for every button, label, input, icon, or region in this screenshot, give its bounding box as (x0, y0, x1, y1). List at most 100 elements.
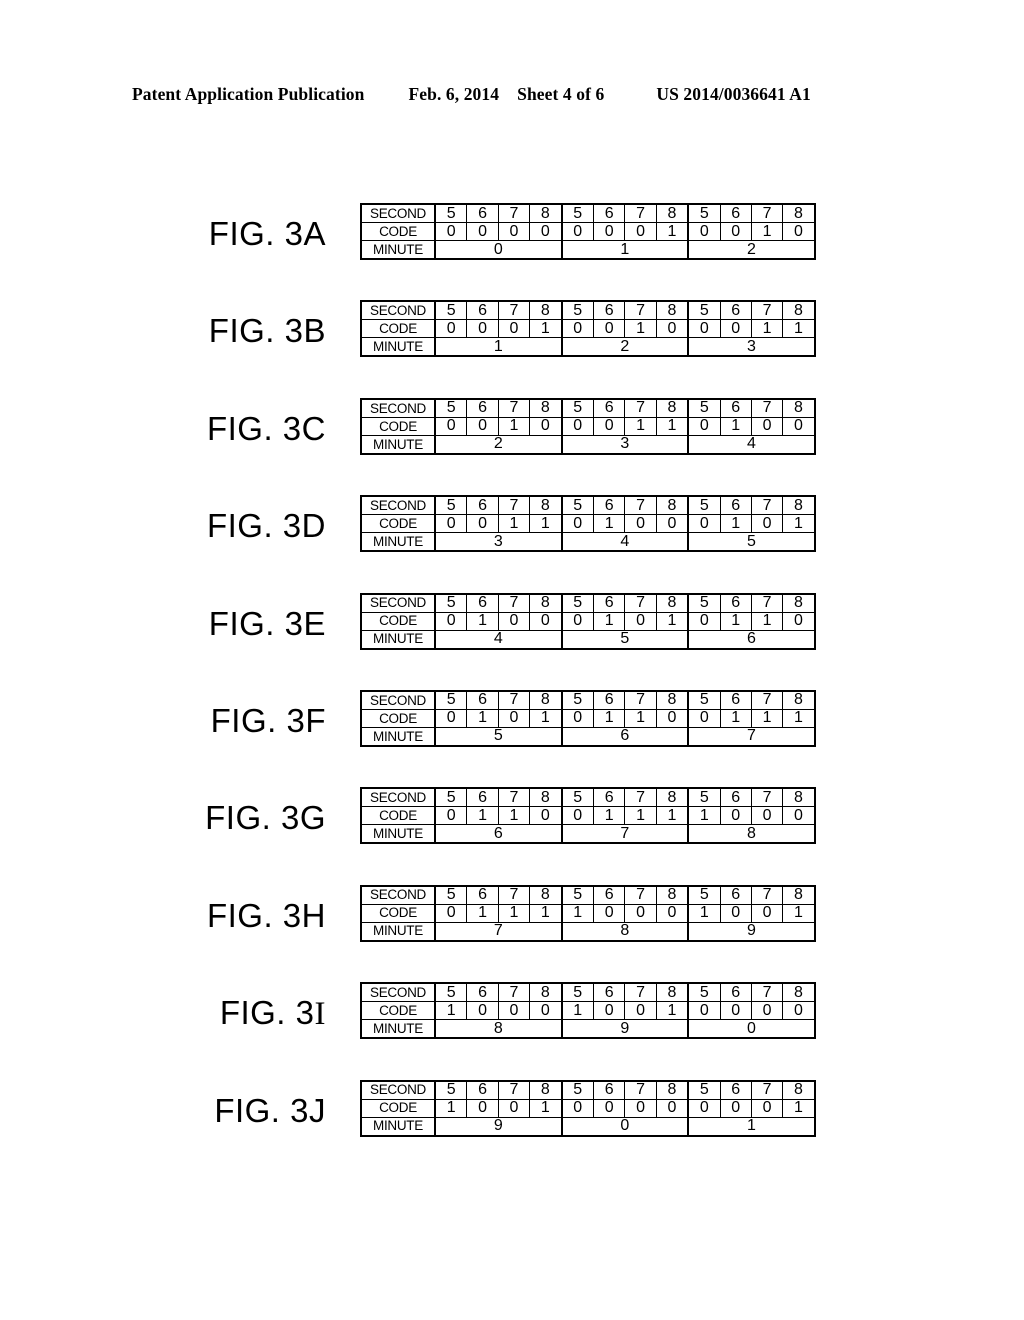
minute-cell: 0 (560, 1116, 689, 1137)
minute-row: MINUTE 7 8 9 (360, 921, 816, 942)
minute-cell: 9 (434, 1116, 563, 1137)
code-cell: 0 (782, 1001, 816, 1021)
code-cell: 1 (497, 903, 531, 923)
row-label-minute: MINUTE (360, 726, 436, 747)
second-cell: 8 (655, 593, 689, 613)
code-cell: 1 (655, 1001, 689, 1021)
minute-row: MINUTE 9 0 1 (360, 1116, 816, 1137)
code-cell: 1 (655, 222, 689, 241)
second-cell: 8 (782, 787, 816, 808)
code-cell: 1 (560, 903, 594, 923)
code-cell: 1 (782, 1098, 816, 1118)
code-row: CODE 1 0 0 0 1 0 0 1 0 0 0 0 (360, 1001, 816, 1021)
code-cell: 0 (655, 903, 689, 923)
row-label-second: SECOND (360, 300, 436, 321)
second-row: SECOND 5 6 7 8 5 6 7 8 5 6 7 8 (360, 300, 816, 321)
second-cell: 5 (560, 1080, 594, 1100)
figure-label-prefix: FIG. 3 (206, 896, 302, 934)
second-cell: 5 (687, 203, 721, 223)
figure-label: FIG. 3B (150, 314, 326, 347)
code-cell: 0 (624, 611, 657, 631)
second-cell: 5 (434, 1080, 468, 1100)
code-cell: 0 (782, 806, 816, 826)
code-cell: 1 (750, 319, 784, 339)
code-row: CODE 0 0 1 0 0 0 1 1 0 1 0 0 (360, 416, 816, 436)
second-row: SECOND 5 6 7 8 5 6 7 8 5 6 7 8 (360, 690, 816, 710)
second-row: SECOND 5 6 7 8 5 6 7 8 5 6 7 8 (360, 495, 816, 516)
second-row: SECOND 5 6 7 8 5 6 7 8 5 6 7 8 (360, 982, 816, 1003)
minute-cell: 6 (434, 824, 563, 844)
code-cell: 1 (750, 708, 784, 728)
figure-row: FIG. 3C SECOND 5 6 7 8 5 6 7 8 5 6 7 8 CODE 0 0 1 0 0 0 1 1 0 1 0… (0, 391, 1024, 488)
second-cell: 7 (497, 495, 531, 516)
code-cell: 0 (466, 1001, 499, 1021)
second-cell: 6 (466, 690, 499, 710)
minute-row: MINUTE 8 9 0 (360, 1019, 816, 1039)
second-cell: 7 (624, 398, 657, 418)
row-label-second: SECOND (360, 885, 436, 905)
second-cell: 6 (592, 495, 626, 516)
code-cell: 1 (782, 903, 816, 923)
code-cell: 1 (529, 319, 563, 339)
figure-row: FIG. 3J SECOND 5 6 7 8 5 6 7 8 5 6 7 8 CODE 1 0 0 1 0 0 0 0 0 0 0… (0, 1073, 1024, 1170)
second-cell: 6 (592, 1080, 626, 1100)
second-row: SECOND 5 6 7 8 5 6 7 8 5 6 7 8 (360, 593, 816, 613)
second-cell: 8 (655, 1080, 689, 1100)
code-cell: 1 (655, 611, 689, 631)
code-cell: 0 (719, 319, 752, 339)
code-cell: 1 (529, 903, 563, 923)
minute-cell: 3 (434, 532, 563, 552)
second-cell: 6 (592, 982, 626, 1003)
code-row: CODE 0 0 0 0 0 0 0 1 0 0 1 0 (360, 222, 816, 241)
second-cell: 7 (750, 300, 784, 321)
second-cell: 8 (782, 982, 816, 1003)
second-cell: 7 (497, 300, 531, 321)
second-cell: 8 (782, 593, 816, 613)
minute-cell: 0 (434, 240, 563, 260)
minute-cell: 5 (687, 532, 816, 552)
minute-cell: 9 (560, 1019, 689, 1039)
second-cell: 8 (655, 690, 689, 710)
code-cell: 1 (497, 806, 531, 826)
second-cell: 7 (624, 885, 657, 905)
figure-list: FIG. 3A SECOND 5 6 7 8 5 6 7 8 5 6 7 8 CODE 0 0 0 0 0 0 0 1 0 0 1… (0, 196, 1024, 1170)
figure-label-prefix: FIG. 3 (210, 701, 306, 739)
code-cell: 0 (750, 903, 784, 923)
second-cell: 5 (560, 787, 594, 808)
row-label-minute: MINUTE (360, 434, 436, 455)
code-cell: 0 (782, 611, 816, 631)
figure-row: FIG. 3H SECOND 5 6 7 8 5 6 7 8 5 6 7 8 CODE 0 1 1 1 1 0 0 0 1 0 0… (0, 878, 1024, 975)
code-cell: 1 (466, 708, 499, 728)
second-cell: 7 (624, 495, 657, 516)
code-cell: 0 (466, 514, 499, 534)
code-cell: 0 (466, 222, 499, 241)
second-cell: 8 (782, 1080, 816, 1100)
code-cell: 1 (592, 708, 626, 728)
second-cell: 7 (750, 398, 784, 418)
row-label-minute: MINUTE (360, 240, 436, 260)
minute-cell: 3 (560, 434, 689, 455)
second-cell: 8 (655, 495, 689, 516)
figure-label-prefix: FIG. 3 (208, 312, 304, 350)
row-label-code: CODE (360, 1001, 436, 1021)
row-label-second: SECOND (360, 787, 436, 808)
minute-cell: 1 (560, 240, 689, 260)
row-label-second: SECOND (360, 982, 436, 1003)
code-cell: 1 (529, 1098, 563, 1118)
code-cell: 0 (624, 1001, 657, 1021)
figure-label-suffix: F (305, 701, 326, 739)
row-label-code: CODE (360, 1098, 436, 1118)
code-cell: 0 (624, 1098, 657, 1118)
figure-label-prefix: FIG. 3 (206, 409, 302, 447)
second-cell: 5 (560, 203, 594, 223)
second-cell: 6 (466, 300, 499, 321)
code-table: SECOND 5 6 7 8 5 6 7 8 5 6 7 8 CODE 0 1 1 0 0 1 1 1 1 0 0 0 MINUTE… (360, 787, 816, 845)
code-table: SECOND 5 6 7 8 5 6 7 8 5 6 7 8 CODE 0 1 1 1 1 0 0 0 1 0 0 1 MINUTE… (360, 884, 816, 942)
second-cell: 6 (592, 885, 626, 905)
second-cell: 5 (687, 690, 721, 710)
code-cell: 0 (750, 514, 784, 534)
minute-cell: 1 (434, 337, 563, 357)
code-cell: 0 (687, 319, 721, 339)
second-cell: 5 (560, 690, 594, 710)
second-cell: 6 (719, 495, 752, 516)
